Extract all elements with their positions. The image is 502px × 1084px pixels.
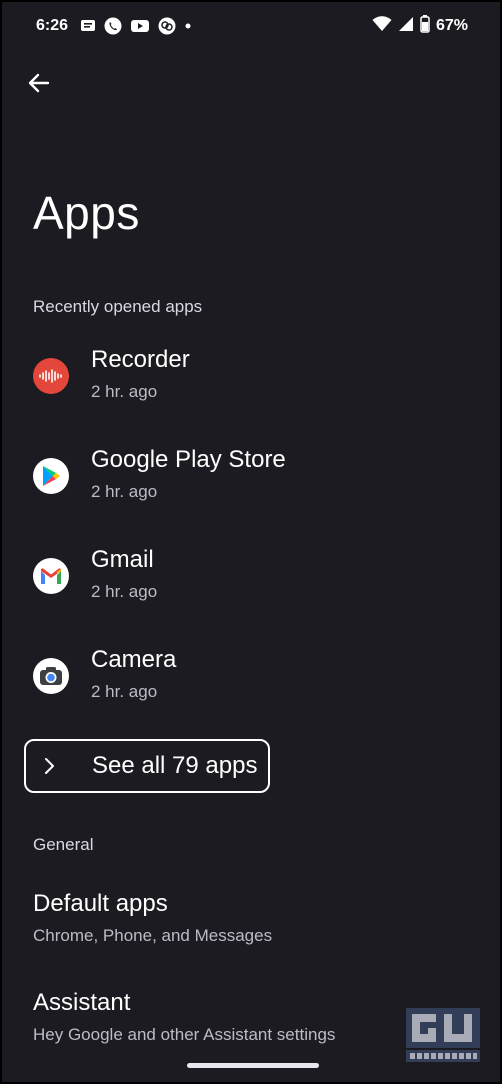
list-item-camera[interactable]: Camera 2 hr. ago bbox=[2, 632, 500, 728]
recorder-icon bbox=[33, 358, 69, 394]
item-subtitle: Chrome, Phone, and Messages bbox=[33, 926, 273, 945]
default-apps-item[interactable]: Default apps Chrome, Phone, and Messages bbox=[33, 890, 473, 946]
gesture-home-bar[interactable] bbox=[187, 1063, 319, 1068]
wifi-icon bbox=[372, 15, 392, 37]
section-label-general: General bbox=[33, 835, 94, 854]
list-item-gmail[interactable]: Gmail 2 hr. ago bbox=[2, 532, 500, 628]
app-last-opened: 2 hr. ago bbox=[91, 582, 158, 601]
app-last-opened: 2 hr. ago bbox=[91, 382, 158, 401]
youtube-icon bbox=[130, 18, 150, 34]
play-store-icon bbox=[33, 458, 69, 494]
camera-icon bbox=[33, 658, 69, 694]
app-name: Google Play Store bbox=[91, 446, 286, 473]
settings-apps-screen: 6:26 67% Apps Recently opened apps Recor… bbox=[0, 0, 502, 1084]
app-name: Gmail bbox=[91, 546, 154, 573]
gmail-icon bbox=[33, 558, 69, 594]
phone-icon bbox=[104, 17, 122, 35]
item-title: Default apps bbox=[33, 890, 168, 917]
back-arrow-icon bbox=[28, 73, 50, 93]
see-all-apps-label: See all 79 apps bbox=[92, 752, 258, 779]
app-name: Recorder bbox=[91, 346, 190, 373]
app-last-opened: 2 hr. ago bbox=[91, 482, 158, 501]
signal-icon bbox=[398, 16, 414, 37]
status-right-group: 67% bbox=[372, 14, 468, 38]
app-last-opened: 2 hr. ago bbox=[91, 682, 158, 701]
page-title: Apps bbox=[33, 187, 140, 239]
status-time: 6:26 bbox=[36, 17, 69, 34]
chevron-right-icon bbox=[26, 757, 72, 775]
status-bar: 6:26 67% bbox=[36, 12, 468, 40]
dot-icon bbox=[184, 22, 192, 30]
section-label-recent: Recently opened apps bbox=[33, 297, 203, 316]
app-name: Camera bbox=[91, 646, 177, 673]
see-all-apps-button[interactable]: See all 79 apps bbox=[24, 739, 270, 793]
list-item-recorder[interactable]: Recorder 2 hr. ago bbox=[2, 332, 500, 428]
battery-icon bbox=[420, 14, 430, 38]
chat-icon bbox=[158, 17, 176, 35]
back-button[interactable] bbox=[22, 66, 56, 100]
battery-percent: 67% bbox=[435, 17, 468, 34]
list-item-play-store[interactable]: Google Play Store 2 hr. ago bbox=[2, 432, 500, 528]
message-icon bbox=[80, 18, 96, 34]
watermark-logo bbox=[404, 1006, 482, 1064]
